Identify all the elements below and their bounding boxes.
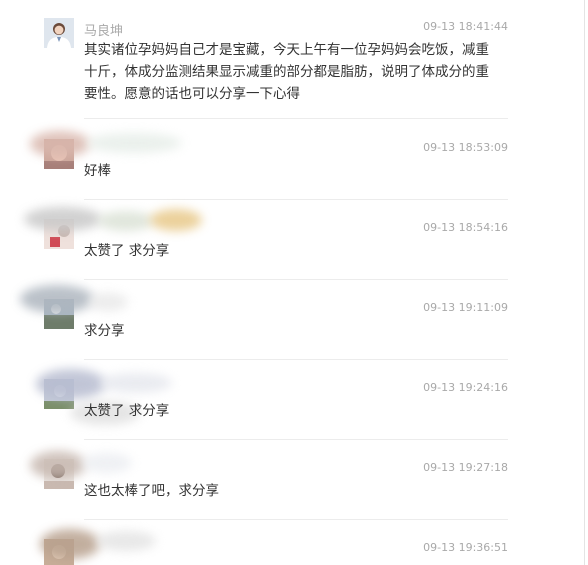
blurred-name-mask xyxy=(30,131,90,157)
blurred-name-mask xyxy=(20,285,94,313)
blurred-name-mask xyxy=(82,453,132,473)
comment-item: 09-13 19:36:51 xyxy=(0,521,588,565)
comment-item: 09-13 18:54:16 太赞了 求分享 xyxy=(0,201,588,281)
blurred-name-mask xyxy=(36,369,106,399)
divider xyxy=(84,519,508,520)
comment-time: 09-13 19:36:51 xyxy=(423,541,508,554)
comment-item: 09-13 19:24:16 太赞了 求分享 xyxy=(0,361,588,441)
comment-time: 09-13 19:11:09 xyxy=(423,301,508,314)
comment-text: 求分享 xyxy=(84,323,125,339)
blurred-name-mask xyxy=(30,451,86,479)
comment-text: 这也太棒了吧，求分享 xyxy=(84,483,219,499)
comment-item: 马良坤 09-13 18:41:44 其实诸位孕妈妈自己才是宝藏，今天上午有一位… xyxy=(0,0,588,102)
divider xyxy=(84,199,508,200)
commenter-name[interactable]: 马良坤 xyxy=(84,20,123,39)
comment-text: 太赞了 求分享 xyxy=(84,243,170,259)
comment-item: 09-13 19:11:09 求分享 xyxy=(0,281,588,361)
comment-text: 好棒 xyxy=(84,163,111,179)
blurred-name-mask xyxy=(24,207,102,231)
blurred-name-mask xyxy=(150,209,202,231)
comment-time: 09-13 19:24:16 xyxy=(423,381,508,394)
comment-text: 太赞了 求分享 xyxy=(84,403,170,419)
blurred-name-mask xyxy=(98,211,154,231)
blurred-name-mask xyxy=(40,529,100,559)
comment-list: 马良坤 09-13 18:41:44 其实诸位孕妈妈自己才是宝藏，今天上午有一位… xyxy=(0,0,588,565)
doctor-avatar-icon xyxy=(44,18,74,48)
divider xyxy=(84,439,508,440)
blurred-name-mask xyxy=(100,373,172,393)
divider xyxy=(84,359,508,360)
comment-text: 其实诸位孕妈妈自己才是宝藏，今天上午有一位孕妈妈会吃饭，减重十斤，体成分监测结果… xyxy=(84,42,489,102)
blurred-name-mask xyxy=(86,133,182,153)
avatar[interactable] xyxy=(44,18,74,48)
comment-item: 09-13 19:27:18 这也太棒了吧，求分享 xyxy=(0,441,588,521)
blurred-name-mask xyxy=(96,531,156,551)
blurred-name-mask xyxy=(88,293,128,311)
comment-time: 09-13 18:53:09 xyxy=(423,141,508,154)
comment-item: 09-13 18:53:09 好棒 xyxy=(0,121,588,201)
comment-time: 09-13 18:54:16 xyxy=(423,221,508,234)
comment-time: 09-13 18:41:44 xyxy=(423,20,508,33)
divider xyxy=(84,279,508,280)
divider xyxy=(84,118,508,119)
comment-time: 09-13 19:27:18 xyxy=(423,461,508,474)
